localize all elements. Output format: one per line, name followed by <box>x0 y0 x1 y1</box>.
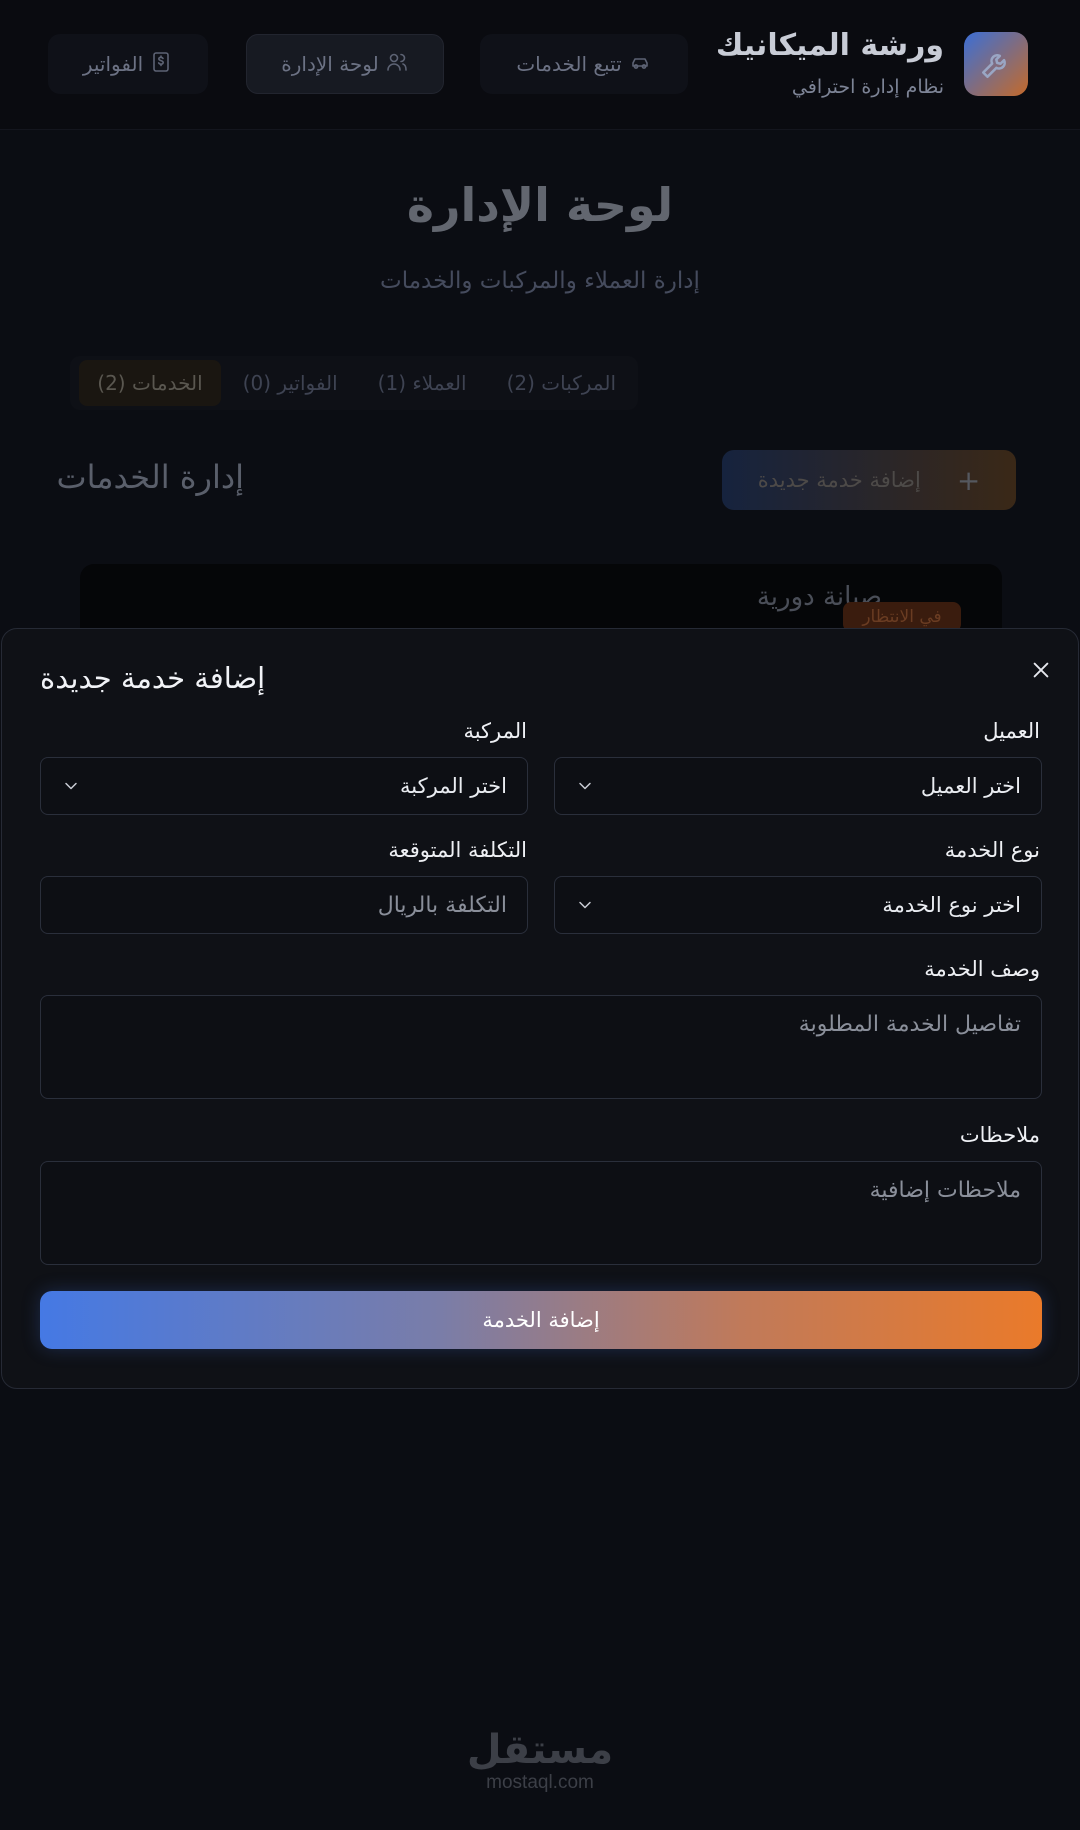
tab-vehicles[interactable]: المركبات (2) <box>489 360 634 406</box>
nav-invoices-label: الفواتير <box>82 52 144 76</box>
users-icon <box>385 50 409 79</box>
admin-tabs: المركبات (2) العملاء (1) الفواتير (0) ال… <box>70 356 638 410</box>
add-service-button[interactable]: إضافة خدمة جديدة + <box>722 450 1016 510</box>
nav-invoices[interactable]: الفواتير <box>48 34 208 94</box>
section-title: إدارة الخدمات <box>56 458 244 496</box>
brand-title: ورشة الميكانيك <box>715 28 944 63</box>
add-service-modal: إضافة خدمة جديدة العميل اختر العميل المر… <box>1 628 1079 1389</box>
close-icon[interactable] <box>1026 655 1056 685</box>
modal-title: إضافة خدمة جديدة <box>40 661 266 695</box>
page: ورشة الميكانيك نظام إدارة احترافي تتبع ا… <box>0 0 1080 1830</box>
chevron-down-icon <box>575 776 595 796</box>
nav-admin-panel[interactable]: لوحة الإدارة <box>246 34 444 94</box>
chevron-down-icon <box>575 895 595 915</box>
service-type-label: نوع الخدمة <box>944 838 1040 862</box>
tab-customers[interactable]: العملاء (1) <box>360 360 485 406</box>
chevron-down-icon <box>61 776 81 796</box>
page-subtitle: إدارة العملاء والمركبات والخدمات <box>380 268 700 294</box>
car-icon <box>628 50 652 79</box>
nav-services-tracking[interactable]: تتبع الخدمات <box>480 34 688 94</box>
dollar-receipt-icon <box>149 50 173 79</box>
vehicle-select[interactable]: اختر المركبة <box>40 757 528 815</box>
app-header: ورشة الميكانيك نظام إدارة احترافي تتبع ا… <box>0 0 1080 130</box>
brand-subtitle: نظام إدارة احترافي <box>791 76 944 98</box>
customer-select[interactable]: اختر العميل <box>554 757 1042 815</box>
description-label: وصف الخدمة <box>924 957 1040 981</box>
notes-textarea[interactable]: ملاحظات إضافية <box>40 1161 1042 1265</box>
nav-admin-label: لوحة الإدارة <box>281 52 379 76</box>
page-title: لوحة الإدارة <box>406 178 674 232</box>
nav-services-label: تتبع الخدمات <box>516 52 622 76</box>
service-type-select[interactable]: اختر نوع الخدمة <box>554 876 1042 934</box>
watermark-latin: mostaql.com <box>486 1772 594 1793</box>
customer-select-value: اختر العميل <box>920 774 1021 798</box>
vehicle-select-value: اختر المركبة <box>400 774 507 798</box>
notes-label: ملاحظات <box>959 1123 1040 1147</box>
plus-icon: + <box>956 463 981 497</box>
add-service-label: إضافة خدمة جديدة <box>757 468 921 492</box>
description-textarea[interactable]: تفاصيل الخدمة المطلوبة <box>40 995 1042 1099</box>
mostaql-watermark: مستقل mostaql.com <box>0 1728 1080 1794</box>
service-type-select-value: اختر نوع الخدمة <box>882 893 1021 917</box>
customer-label: العميل <box>983 719 1040 743</box>
wrench-logo-icon <box>964 32 1028 96</box>
expected-cost-input[interactable]: التكلفة بالريال <box>40 876 528 934</box>
expected-cost-label: التكلفة المتوقعة <box>388 838 527 862</box>
watermark-arabic: مستقل <box>466 1727 614 1773</box>
tab-invoices[interactable]: الفواتير (0) <box>225 360 356 406</box>
vehicle-label: المركبة <box>463 719 527 743</box>
tab-services[interactable]: الخدمات (2) <box>79 360 221 406</box>
submit-service-button[interactable]: إضافة الخدمة <box>40 1291 1042 1349</box>
